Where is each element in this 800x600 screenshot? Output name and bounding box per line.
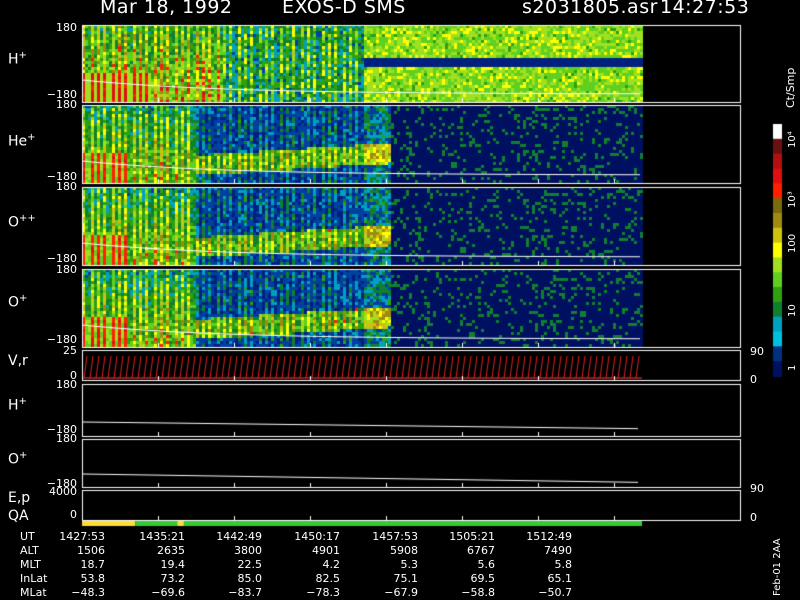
orbit-cell: 18.7 [80, 558, 106, 571]
ytick-hline-max: 180 [56, 378, 77, 391]
orbit-cell: 1512:49 [526, 530, 572, 543]
colorbar-tick-100: 100 [787, 233, 798, 253]
orbit-cell: 4901 [312, 544, 340, 557]
ytick-ep-max: 4000 [49, 485, 77, 498]
ytick-vr-max: 25 [63, 344, 77, 357]
orbit-cell: 82.5 [315, 572, 341, 585]
panel-label-qa: QA [8, 508, 29, 524]
orbit-row-label: ALT [20, 544, 39, 557]
panel-label-h-plus-line: H+ [8, 396, 27, 414]
rtick-vr-top: 90 [750, 345, 764, 358]
orbit-cell: −83.7 [228, 586, 262, 599]
orbit-cell: 19.4 [160, 558, 186, 571]
orbit-cell: 5.6 [477, 558, 496, 571]
orbit-row-label: InLat [20, 572, 48, 585]
orbit-row-label: MLT [20, 558, 41, 571]
header-file: s2031805.asr [522, 0, 658, 18]
panel-label-o-plus: O+ [8, 293, 28, 311]
ytick-ep-min: 0 [70, 508, 77, 521]
rtick-ep-bottom: 0 [750, 511, 757, 524]
header-date: Mar 18, 1992 [100, 0, 233, 18]
orbit-cell: 22.5 [237, 558, 263, 571]
orbit-cell: 1442:49 [216, 530, 262, 543]
orbit-cell: 85.0 [237, 572, 263, 585]
orbit-cell: −58.8 [461, 586, 495, 599]
orbit-cell: −50.7 [538, 586, 572, 599]
orbit-cell: 4.2 [322, 558, 341, 571]
rtick-vr-bottom: 0 [750, 373, 757, 386]
orbit-cell: 5.8 [554, 558, 573, 571]
ytick-op-max: 180 [56, 263, 77, 276]
panel-label-ep: E,p [8, 490, 31, 506]
orbit-cell: 1506 [77, 544, 105, 557]
colorbar-tick-1: 1 [787, 364, 798, 371]
orbit-cell: 75.1 [393, 572, 419, 585]
panel-label-he-plus: He+ [8, 132, 36, 150]
spectrogram-canvas [0, 0, 800, 600]
orbit-row-label: UT [20, 530, 35, 543]
orbit-cell: 1435:21 [139, 530, 185, 543]
orbit-cell: 3800 [234, 544, 262, 557]
panel-label-vr: V,r [8, 353, 28, 369]
orbit-cell: 1427:53 [59, 530, 105, 543]
colorbar-tick-1e4: 10⁴ [787, 131, 798, 148]
header-time: 14:27:53 [660, 0, 750, 18]
orbit-cell: 1505:21 [449, 530, 495, 543]
colorbar-tick-1e3: 10³ [787, 191, 798, 208]
orbit-cell: −67.9 [384, 586, 418, 599]
rtick-ep-top: 90 [750, 482, 764, 495]
orbit-row-label: MLat [20, 586, 47, 599]
orbit-cell: 5.3 [400, 558, 419, 571]
orbit-cell: 2635 [157, 544, 185, 557]
orbit-cell: 53.8 [80, 572, 106, 585]
ytick-h-max: 180 [56, 21, 77, 34]
colorbar-tick-10: 10 [787, 304, 798, 317]
orbit-cell: 69.5 [470, 572, 496, 585]
orbit-cell: 73.2 [160, 572, 186, 585]
panel-label-h-plus: H+ [8, 50, 27, 68]
colorbar-unit: Ct/Smp [784, 67, 797, 108]
orbit-cell: −78.3 [306, 586, 340, 599]
orbit-cell: 1450:17 [294, 530, 340, 543]
orbit-cell: 1457:53 [372, 530, 418, 543]
orbit-cell: 6767 [467, 544, 495, 557]
orbit-cell: 7490 [544, 544, 572, 557]
panel-label-o-plus-plus: O++ [8, 213, 36, 231]
panel-label-o-plus-line: O+ [8, 450, 28, 468]
orbit-cell: −69.6 [151, 586, 185, 599]
footer-stamp: Feb-01 2AA [772, 538, 783, 596]
ytick-he-max: 180 [56, 98, 77, 111]
header-instrument: EXOS-D SMS [282, 0, 406, 18]
orbit-cell: 5908 [390, 544, 418, 557]
ytick-oline-max: 180 [56, 432, 77, 445]
orbit-cell: 65.1 [547, 572, 573, 585]
ytick-opp-max: 180 [56, 180, 77, 193]
orbit-cell: −48.3 [71, 586, 105, 599]
